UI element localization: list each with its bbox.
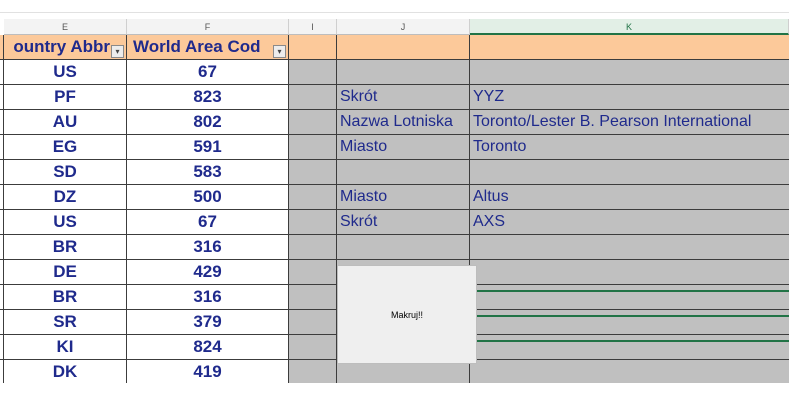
- cell-country-abbr[interactable]: DZ: [4, 185, 127, 210]
- cell-k-header[interactable]: [470, 35, 789, 60]
- table-row: DZ 500 Miasto Altus: [0, 185, 789, 210]
- cell-i[interactable]: [289, 310, 337, 335]
- cell-world-area-code[interactable]: 500: [127, 185, 289, 210]
- cell-k[interactable]: [470, 60, 789, 85]
- cell-world-area-code[interactable]: 379: [127, 310, 289, 335]
- cell-k[interactable]: Toronto/Lester B. Pearson International: [470, 110, 789, 135]
- cell-k[interactable]: [470, 260, 789, 285]
- cell-country-abbr[interactable]: SR: [4, 310, 127, 335]
- cell-i[interactable]: [289, 335, 337, 360]
- cell-world-area-code[interactable]: 67: [127, 60, 289, 85]
- cell-j[interactable]: [337, 60, 470, 85]
- cell-k[interactable]: [470, 310, 789, 335]
- cell-world-area-code[interactable]: 419: [127, 360, 289, 383]
- cell-k[interactable]: AXS: [470, 210, 789, 235]
- cell-j[interactable]: Miasto: [337, 135, 470, 160]
- cell-j[interactable]: Nazwa Lotniska: [337, 110, 470, 135]
- table-header-row: ountry Abbr ▾ World Area Cod ▾: [0, 35, 789, 60]
- toolbar-strip: [0, 0, 789, 13]
- cell-world-area-code[interactable]: 316: [127, 285, 289, 310]
- cell-world-area-code[interactable]: 67: [127, 210, 289, 235]
- cell-i[interactable]: [289, 285, 337, 310]
- cell-j[interactable]: [337, 235, 470, 260]
- cell-country-abbr[interactable]: US: [4, 60, 127, 85]
- cell-world-area-code[interactable]: 802: [127, 110, 289, 135]
- cell-country-abbr[interactable]: PF: [4, 85, 127, 110]
- cell-i[interactable]: [289, 360, 337, 383]
- cell-j[interactable]: Miasto: [337, 185, 470, 210]
- cell-i-header[interactable]: [289, 35, 337, 60]
- selection-line: [477, 290, 789, 292]
- cell-i[interactable]: [289, 135, 337, 160]
- cell-i[interactable]: [289, 60, 337, 85]
- table-row: AU 802 Nazwa Lotniska Toronto/Lester B. …: [0, 110, 789, 135]
- cell-i[interactable]: [289, 260, 337, 285]
- filter-dropdown-icon[interactable]: ▾: [111, 45, 124, 58]
- cell-i[interactable]: [289, 235, 337, 260]
- cell-j[interactable]: [337, 160, 470, 185]
- column-header-k[interactable]: K: [470, 19, 789, 35]
- column-header-e[interactable]: E: [4, 19, 127, 35]
- cell-k[interactable]: [470, 360, 789, 383]
- cell-i[interactable]: [289, 85, 337, 110]
- cell-j[interactable]: Skrót: [337, 85, 470, 110]
- cell-country-abbr[interactable]: DK: [4, 360, 127, 383]
- table-row: PF 823 Skrót YYZ: [0, 85, 789, 110]
- selection-line: [477, 340, 789, 342]
- header-world-area-code-label: World Area Cod: [133, 37, 261, 56]
- table-row: BR 316: [0, 235, 789, 260]
- cell-country-abbr[interactable]: BR: [4, 285, 127, 310]
- cell-i[interactable]: [289, 110, 337, 135]
- cell-i[interactable]: [289, 210, 337, 235]
- column-header-f[interactable]: F: [127, 19, 289, 35]
- cell-world-area-code[interactable]: 316: [127, 235, 289, 260]
- cell-country-abbr[interactable]: SD: [4, 160, 127, 185]
- cell-k[interactable]: Altus: [470, 185, 789, 210]
- cell-world-area-code[interactable]: 823: [127, 85, 289, 110]
- cell-k[interactable]: YYZ: [470, 85, 789, 110]
- cell-world-area-code[interactable]: 591: [127, 135, 289, 160]
- filter-dropdown-icon[interactable]: ▾: [273, 45, 286, 58]
- header-country-abbr[interactable]: ountry Abbr ▾: [4, 35, 127, 60]
- table-row: US 67 Skrót AXS: [0, 210, 789, 235]
- cell-k[interactable]: [470, 335, 789, 360]
- cell-k[interactable]: Toronto: [470, 135, 789, 160]
- cell-country-abbr[interactable]: DE: [4, 260, 127, 285]
- cell-world-area-code[interactable]: 824: [127, 335, 289, 360]
- cell-country-abbr[interactable]: BR: [4, 235, 127, 260]
- cell-country-abbr[interactable]: EG: [4, 135, 127, 160]
- cell-i[interactable]: [289, 185, 337, 210]
- column-header-j[interactable]: J: [337, 19, 470, 35]
- bottom-area: [0, 383, 789, 406]
- table-row: EG 591 Miasto Toronto: [0, 135, 789, 160]
- cell-country-abbr[interactable]: AU: [4, 110, 127, 135]
- cell-j[interactable]: Skrót: [337, 210, 470, 235]
- cell-k[interactable]: [470, 285, 789, 310]
- table-row: SD 583: [0, 160, 789, 185]
- cell-world-area-code[interactable]: 583: [127, 160, 289, 185]
- cell-k[interactable]: [470, 160, 789, 185]
- makruj-button-label: Makruj!!: [390, 309, 423, 320]
- cell-country-abbr[interactable]: US: [4, 210, 127, 235]
- cell-k[interactable]: [470, 235, 789, 260]
- cell-country-abbr[interactable]: KI: [4, 335, 127, 360]
- cell-i[interactable]: [289, 160, 337, 185]
- header-world-area-code[interactable]: World Area Cod ▾: [127, 35, 289, 60]
- cell-j-header[interactable]: [337, 35, 470, 60]
- makruj-button[interactable]: Makruj!!: [337, 265, 477, 364]
- selection-line: [477, 315, 789, 317]
- cell-world-area-code[interactable]: 429: [127, 260, 289, 285]
- column-header-i[interactable]: I: [289, 19, 337, 35]
- table-row: US 67: [0, 60, 789, 85]
- header-country-abbr-label: ountry Abbr: [13, 37, 110, 56]
